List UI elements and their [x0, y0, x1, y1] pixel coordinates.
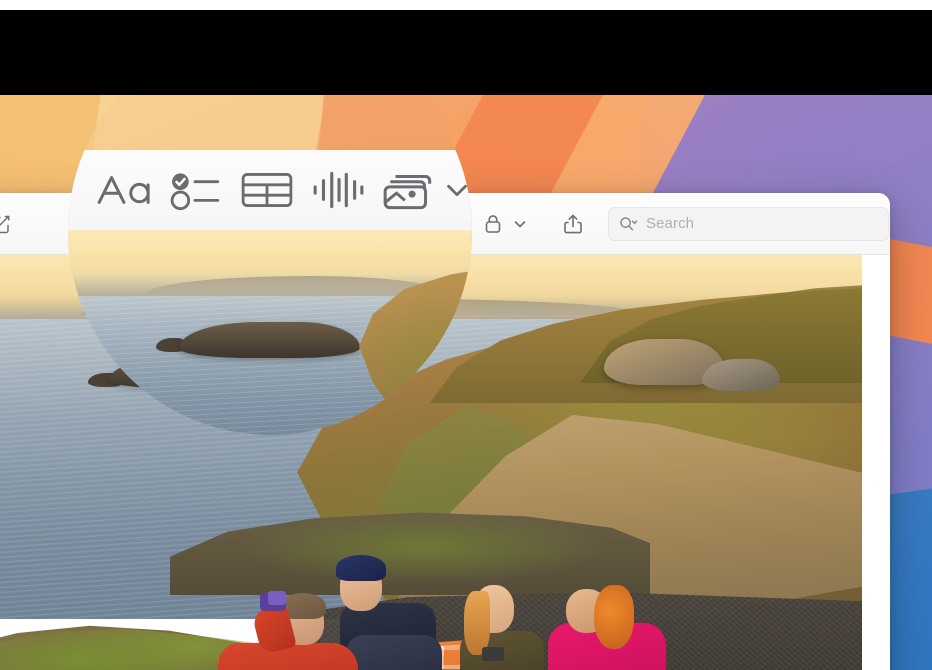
- screenshot-stage: Search: [0, 0, 932, 670]
- photo-person-hair: [594, 585, 634, 649]
- magnified-photo: [68, 230, 472, 435]
- letterbox-bar: [0, 10, 932, 95]
- photo-phone: [482, 647, 504, 661]
- search-input[interactable]: Search: [646, 215, 694, 232]
- media-icon[interactable]: [381, 167, 439, 213]
- compose-icon[interactable]: [0, 204, 24, 244]
- photo-person-body: [346, 635, 442, 670]
- photo-person-bandana: [336, 555, 386, 581]
- checklist-icon[interactable]: [170, 169, 224, 211]
- search-icon: [619, 216, 639, 232]
- lock-icon[interactable]: [470, 204, 516, 244]
- chevron-down-icon[interactable]: [512, 216, 528, 232]
- share-icon[interactable]: [550, 204, 596, 244]
- photo-person-hair: [464, 591, 490, 655]
- format-text-icon[interactable]: [95, 169, 157, 211]
- search-field[interactable]: Search: [608, 206, 889, 241]
- photo-bank-moss: [200, 505, 630, 591]
- chevron-down-icon[interactable]: [442, 175, 472, 205]
- table-icon[interactable]: [240, 167, 294, 213]
- photo-boulder: [702, 359, 780, 391]
- photo-camera: [268, 591, 286, 605]
- top-white-strip: [0, 0, 932, 10]
- magnified-photo-islet: [180, 322, 360, 358]
- magnified-toolbar-icons: [68, 150, 472, 230]
- toolbar-right-group: Search: [470, 204, 890, 244]
- audio-waveform-icon[interactable]: [311, 167, 365, 213]
